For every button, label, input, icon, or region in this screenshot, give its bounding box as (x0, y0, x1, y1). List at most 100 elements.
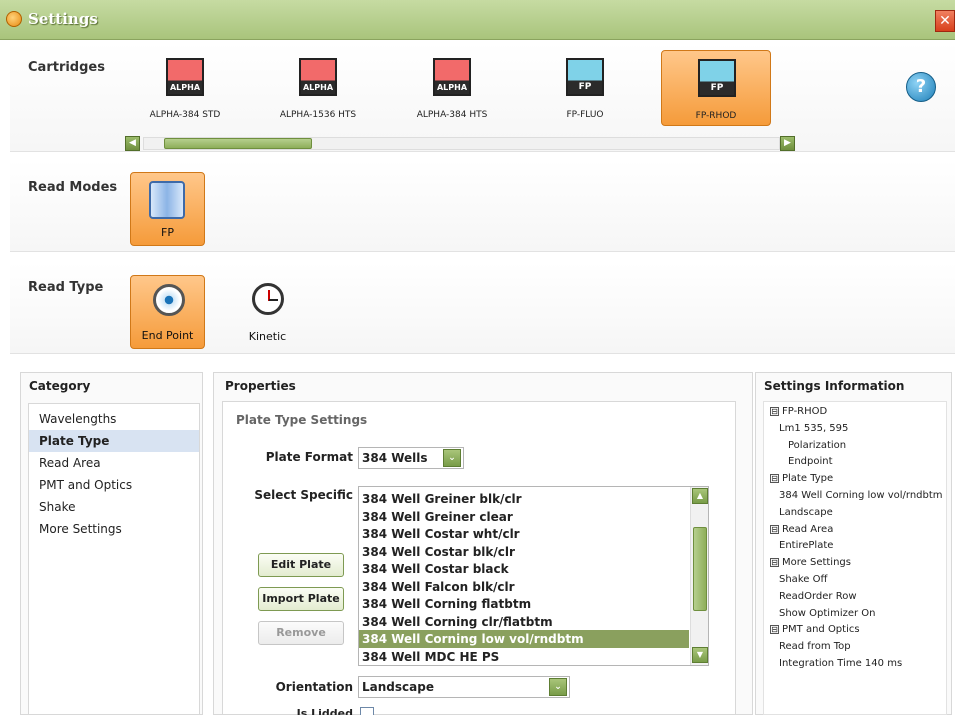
cartridge-label: ALPHA-384 HTS (416, 110, 488, 120)
plate-list[interactable]: 384 Well Greiner blk/clr 384 Well Greiner… (358, 486, 709, 666)
settings-info-group[interactable]: ⊟ More Settings (770, 557, 851, 568)
alpha-cartridge-icon (166, 58, 204, 96)
is-lidded-checkbox[interactable] (360, 707, 374, 715)
plate-list-item[interactable]: 384 Well Corning low vol/rndbtm (359, 630, 689, 648)
collapse-icon[interactable]: ⊟ (770, 558, 779, 568)
settings-info-group[interactable]: ⊟ Read Area (770, 524, 833, 535)
read-type-end-point[interactable]: End Point (130, 275, 205, 349)
scroll-thumb[interactable] (164, 138, 312, 149)
settings-info-line: Shake Off (779, 574, 827, 585)
settings-info-text: More Settings (782, 557, 851, 569)
plate-list-item[interactable]: 384 Well Greiner blk/clr (359, 490, 689, 508)
orientation-value: Landscape (362, 680, 434, 694)
settings-info-text: Landscape (779, 506, 833, 518)
collapse-icon[interactable]: ⊟ (770, 625, 779, 635)
close-button[interactable]: ✕ (935, 10, 955, 32)
cartridge-fp-fluo[interactable]: FP-FLUO (530, 50, 640, 126)
settings-info-group[interactable]: ⊟ PMT and Optics (770, 624, 860, 635)
read-type-section: Read Type End Point Kinetic (10, 262, 955, 354)
endpoint-icon (153, 284, 185, 316)
fp-mode-icon (149, 181, 185, 219)
category-item-wavelengths[interactable]: Wavelengths (29, 408, 199, 430)
settings-info-text: Lm1 535, 595 (779, 422, 849, 434)
cartridge-label: FP-RHOD (695, 111, 737, 121)
settings-info-text: PMT and Optics (782, 624, 860, 636)
plate-type-settings-title: Plate Type Settings (236, 413, 368, 427)
plate-list-item[interactable]: 384 Well MDC HE PS (359, 648, 689, 666)
select-specific-label: Select Specific (254, 488, 353, 502)
cartridge-alpha-1536-hts[interactable]: ALPHA-1536 HTS (263, 50, 373, 126)
plate-format-value: 384 Wells (362, 451, 428, 465)
cartridge-scrollbar[interactable]: ◀ ▶ (125, 136, 800, 152)
alpha-cartridge-icon (433, 58, 471, 96)
settings-info-line: 384 Well Corning low vol/rndbtm (779, 490, 943, 501)
scroll-down-arrow-icon[interactable]: ▼ (692, 647, 708, 663)
category-item-more-settings[interactable]: More Settings (29, 518, 199, 540)
scroll-right-arrow-icon[interactable]: ▶ (780, 136, 795, 151)
settings-info-line: EntirePlate (779, 540, 833, 551)
cartridge-alpha-384-hts[interactable]: ALPHA-384 HTS (397, 50, 507, 126)
category-panel: Category Wavelengths Plate Type Read Are… (20, 372, 203, 715)
settings-information-panel: Settings Information ⊟ FP-RHOD Lm1 535, 59… (755, 372, 952, 715)
edit-plate-button[interactable]: Edit Plate (258, 553, 344, 577)
cartridges-label: Cartridges (28, 60, 105, 75)
import-plate-button[interactable]: Import Plate (258, 587, 344, 611)
settings-info-group[interactable]: ⊟ FP-RHOD (770, 406, 827, 417)
category-item-pmt-and-optics[interactable]: PMT and Optics (29, 474, 199, 496)
read-type-kinetic[interactable]: Kinetic (230, 275, 305, 349)
chevron-down-icon[interactable]: ⌄ (443, 449, 461, 467)
category-title: Category (29, 379, 91, 393)
settings-information-tree: ⊟ FP-RHOD Lm1 535, 595 Polarization Endpoint… (763, 401, 947, 715)
settings-gear-icon (6, 11, 22, 27)
settings-info-text: Plate Type (782, 473, 834, 485)
cartridge-label: ALPHA-384 STD (149, 110, 221, 120)
scroll-track[interactable] (143, 137, 780, 150)
is-lidded-label: Is Lidded (296, 707, 353, 715)
collapse-icon[interactable]: ⊟ (770, 474, 779, 484)
settings-info-text: Shake Off (779, 574, 828, 585)
plate-list-item[interactable]: 384 Well Corning clr/flatbtm (359, 613, 689, 631)
read-type-label-kinetic: Kinetic (248, 330, 287, 343)
plate-list-item[interactable]: 384 Well Greiner clear (359, 508, 689, 526)
settings-info-line: Endpoint (788, 456, 833, 467)
settings-info-line: Landscape (779, 507, 833, 518)
fp-cartridge-icon (566, 58, 604, 96)
settings-info-text: ReadOrder Row (779, 590, 857, 602)
plate-format-select[interactable]: 384 Wells ⌄ (358, 447, 464, 469)
plate-list-item[interactable]: 384 Well Costar blk/clr (359, 543, 689, 561)
settings-info-text: Endpoint (788, 456, 833, 468)
category-item-shake[interactable]: Shake (29, 496, 199, 518)
settings-info-text: Read from Top (779, 641, 851, 653)
settings-info-text: EntirePlate (779, 540, 834, 552)
plate-list-item[interactable]: 384 Well Costar wht/clr (359, 525, 689, 543)
clock-icon (252, 283, 284, 315)
cartridge-alpha-384-std[interactable]: ALPHA-384 STD (130, 50, 240, 126)
scroll-up-arrow-icon[interactable]: ▲ (692, 488, 708, 504)
settings-info-text: Show Optimizer On (779, 607, 876, 619)
scroll-left-arrow-icon[interactable]: ◀ (125, 136, 140, 151)
plate-list-scrollbar[interactable]: ▲ ▼ (690, 487, 708, 665)
alpha-cartridge-icon (299, 58, 337, 96)
plate-format-label: Plate Format (265, 450, 353, 464)
plate-list-item[interactable]: 384 Well Costar black (359, 560, 689, 578)
plate-list-item[interactable]: 384 Well Falcon blk/clr (359, 578, 689, 596)
orientation-select[interactable]: Landscape ⌄ (358, 676, 570, 698)
read-mode-fp[interactable]: FP (130, 172, 205, 246)
chevron-down-icon[interactable]: ⌄ (549, 678, 567, 696)
category-item-plate-type[interactable]: Plate Type (29, 430, 199, 452)
settings-info-text: Read Area (782, 523, 834, 535)
collapse-icon[interactable]: ⊟ (770, 407, 779, 416)
collapse-icon[interactable]: ⊟ (770, 524, 779, 534)
read-modes-label: Read Modes (28, 180, 118, 195)
remove-button[interactable]: Remove (258, 621, 344, 645)
settings-info-text: 384 Well Corning low vol/rndbtm (779, 490, 943, 501)
help-icon[interactable]: ? (906, 72, 936, 102)
settings-info-group[interactable]: ⊟ Plate Type (770, 473, 833, 484)
title-bar: Settings ✕ (0, 0, 955, 40)
settings-info-text: Polarization (788, 439, 847, 451)
plate-list-scroll-thumb[interactable] (693, 527, 707, 611)
category-item-read-area[interactable]: Read Area (29, 452, 199, 474)
window-title: Settings (28, 10, 98, 28)
cartridge-fp-rhod[interactable]: FP-RHOD (661, 50, 771, 126)
plate-list-item[interactable]: 384 Well Corning flatbtm (359, 595, 689, 613)
